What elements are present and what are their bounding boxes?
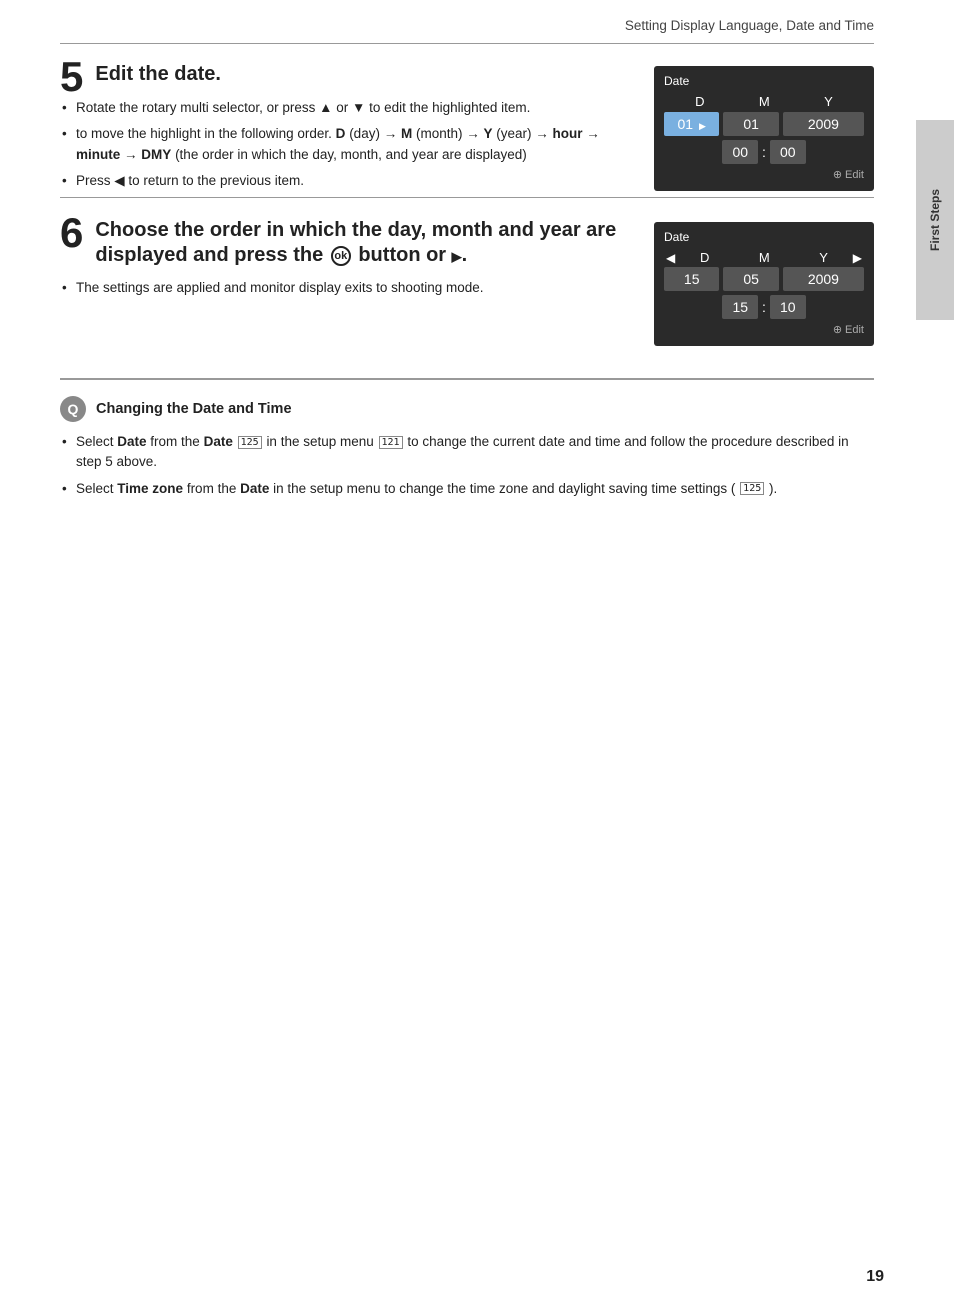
section-6-bullets: The settings are applied and monitor dis… (60, 278, 630, 298)
section-5-bullet-3: Press ◀ to return to the previous item. (60, 171, 630, 191)
section-5-bullet-1: Rotate the rotary multi selector, or pre… (60, 98, 630, 118)
section-5-bullet-2: to move the highlight in the following o… (60, 124, 630, 165)
display2-nav: ◀ D M Y ▶ (664, 250, 864, 265)
display2-day: 15 (664, 267, 719, 291)
section-5-bullets: Rotate the rotary multi selector, or pre… (60, 98, 630, 191)
section-5: 5 Edit the date. Rotate the rotary multi… (60, 43, 874, 197)
display2-year: 2009 (783, 267, 864, 291)
display1-edit: ⊕ Edit (664, 168, 864, 181)
display1-day: 01 ▶ (664, 112, 719, 136)
section-5-left: 5 Edit the date. Rotate the rotary multi… (60, 62, 630, 197)
display1-year: 2009 (783, 112, 864, 136)
ok-icon: ok (331, 246, 351, 266)
date-display-2: Date ◀ D M Y ▶ 15 05 2009 15 (654, 222, 874, 346)
display2-edit: ⊕ Edit (664, 323, 864, 336)
date-label-1: Date (664, 74, 864, 88)
date-label-2: Date (664, 230, 864, 244)
display2-hour: 15 (722, 295, 758, 319)
display2-time-row: 15 : 10 (664, 295, 864, 319)
display1-header: D M Y (664, 94, 864, 109)
section-6-left: 6 Choose the order in which the day, mon… (60, 218, 630, 304)
page-header: Setting Display Language, Date and Time (0, 0, 954, 43)
display1-hour: 00 (722, 140, 758, 164)
display1-month: 01 (723, 112, 778, 136)
section-6-heading-block: 6 Choose the order in which the day, mon… (60, 218, 630, 278)
display1-date-row: 01 ▶ 01 2009 (664, 112, 864, 136)
bottom-note: Q Changing the Date and Time Select Date… (60, 378, 874, 499)
display2-minute: 10 (770, 295, 806, 319)
page-number: 19 (866, 1268, 884, 1286)
note-bullet-2: Select Time zone from the Date in the se… (60, 479, 874, 499)
section-5-heading-block: 5 Edit the date. (60, 62, 630, 98)
note-bullet-1: Select Date from the Date 125 in the set… (60, 432, 874, 473)
display2-date-row: 15 05 2009 (664, 267, 864, 291)
section-6-title: Choose the order in which the day, month… (60, 218, 630, 268)
date-display-1: Date D M Y 01 ▶ 01 2009 00 : (654, 66, 874, 191)
note-title: Changing the Date and Time (96, 401, 292, 417)
note-icon: Q (60, 396, 86, 422)
section-5-title: Edit the date. (60, 62, 630, 87)
section-6: 6 Choose the order in which the day, mon… (60, 197, 874, 346)
section-6-number: 6 (60, 212, 83, 254)
main-content: 5 Edit the date. Rotate the rotary multi… (0, 43, 954, 499)
section-6-bullet-1: The settings are applied and monitor dis… (60, 278, 630, 298)
bottom-note-header: Q Changing the Date and Time (60, 396, 874, 422)
note-bullets: Select Date from the Date 125 in the set… (60, 432, 874, 499)
left-arrow: ◀ (666, 251, 675, 265)
section-5-number: 5 (60, 56, 83, 98)
page: Setting Display Language, Date and Time … (0, 0, 954, 1314)
page-title: Setting Display Language, Date and Time (625, 18, 874, 33)
right-arrow: ▶ (853, 251, 862, 265)
section-5-bullet-2-bold: D (336, 126, 346, 141)
display1-time-row: 00 : 00 (664, 140, 864, 164)
display2-month: 05 (723, 267, 778, 291)
display1-minute: 00 (770, 140, 806, 164)
sidebar-label: First Steps (916, 120, 954, 320)
